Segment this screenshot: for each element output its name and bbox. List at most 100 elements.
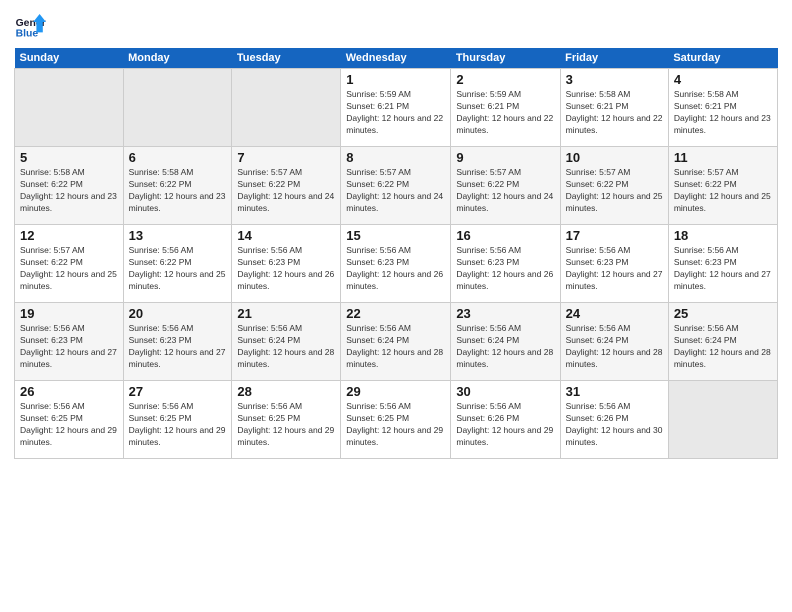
calendar-cell: 4Sunrise: 5:58 AMSunset: 6:21 PMDaylight… bbox=[668, 69, 777, 147]
cell-day-number: 21 bbox=[237, 306, 335, 321]
cell-day-number: 29 bbox=[346, 384, 445, 399]
calendar-cell: 10 Sunrise: 5:57 AMSunset: 6:22 PMDayligh… bbox=[560, 147, 668, 225]
weekday-header: Saturday bbox=[668, 48, 777, 69]
cell-info: Sunrise: 5:57 AMSunset: 6:22 PMDaylight:… bbox=[456, 167, 554, 215]
calendar-cell: 26 Sunrise: 5:56 AMSunset: 6:25 PMDayligh… bbox=[15, 381, 124, 459]
cell-day-number: 25 bbox=[674, 306, 772, 321]
weekday-header: Tuesday bbox=[232, 48, 341, 69]
calendar-cell bbox=[15, 69, 124, 147]
cell-info: Sunrise: 5:56 AMSunset: 6:22 PMDaylight:… bbox=[129, 245, 227, 293]
calendar-cell: 1 Sunrise: 5:59 AMSunset: 6:21 PMDaylight… bbox=[341, 69, 451, 147]
cell-day-number: 10 bbox=[566, 150, 663, 165]
cell-day-number: 7 bbox=[237, 150, 335, 165]
cell-day-number: 9 bbox=[456, 150, 554, 165]
cell-info: Sunrise: 5:56 AMSunset: 6:24 PMDaylight:… bbox=[237, 323, 335, 371]
cell-day-number: 20 bbox=[129, 306, 227, 321]
calendar-cell: 3Sunrise: 5:58 AMSunset: 6:21 PMDaylight… bbox=[560, 69, 668, 147]
cell-info: Sunrise: 5:58 AMSunset: 6:22 PMDaylight:… bbox=[20, 167, 118, 215]
header: General Blue bbox=[14, 10, 778, 42]
calendar-cell: 21 Sunrise: 5:56 AMSunset: 6:24 PMDayligh… bbox=[232, 303, 341, 381]
cell-day-number: 19 bbox=[20, 306, 118, 321]
cell-day-number: 1 bbox=[346, 72, 445, 87]
cell-day-number: 26 bbox=[20, 384, 118, 399]
cell-info: Sunrise: 5:56 AMSunset: 6:23 PMDaylight:… bbox=[674, 245, 772, 293]
calendar-cell: 13 Sunrise: 5:56 AMSunset: 6:22 PMDayligh… bbox=[123, 225, 232, 303]
cell-day-number: 2 bbox=[456, 72, 554, 87]
calendar-cell: 2 Sunrise: 5:59 AMSunset: 6:21 PMDaylight… bbox=[451, 69, 560, 147]
cell-info: Sunrise: 5:57 AMSunset: 6:22 PMDaylight:… bbox=[237, 167, 335, 215]
cell-day-number: 30 bbox=[456, 384, 554, 399]
cell-day-number: 28 bbox=[237, 384, 335, 399]
calendar-cell: 14 Sunrise: 5:56 AMSunset: 6:23 PMDayligh… bbox=[232, 225, 341, 303]
calendar-cell: 30 Sunrise: 5:56 AMSunset: 6:26 PMDayligh… bbox=[451, 381, 560, 459]
calendar-cell: 28 Sunrise: 5:56 AMSunset: 6:25 PMDayligh… bbox=[232, 381, 341, 459]
cell-info: Sunrise: 5:56 AMSunset: 6:24 PMDaylight:… bbox=[456, 323, 554, 371]
cell-info: Sunrise: 5:56 AMSunset: 6:24 PMDaylight:… bbox=[346, 323, 445, 371]
cell-day-number: 18 bbox=[674, 228, 772, 243]
cell-day-number: 27 bbox=[129, 384, 227, 399]
cell-info: Sunrise: 5:56 AMSunset: 6:25 PMDaylight:… bbox=[346, 401, 445, 449]
calendar-table: SundayMondayTuesdayWednesdayThursdayFrid… bbox=[14, 48, 778, 459]
calendar-cell: 22 Sunrise: 5:56 AMSunset: 6:24 PMDayligh… bbox=[341, 303, 451, 381]
calendar-cell: 27 Sunrise: 5:56 AMSunset: 6:25 PMDayligh… bbox=[123, 381, 232, 459]
cell-info: Sunrise: 5:56 AMSunset: 6:26 PMDaylight:… bbox=[566, 401, 663, 449]
calendar-week-row: 19 Sunrise: 5:56 AMSunset: 6:23 PMDayligh… bbox=[15, 303, 778, 381]
calendar-week-row: 1 Sunrise: 5:59 AMSunset: 6:21 PMDaylight… bbox=[15, 69, 778, 147]
cell-day-number: 22 bbox=[346, 306, 445, 321]
cell-day-number: 8 bbox=[346, 150, 445, 165]
calendar-week-row: 26 Sunrise: 5:56 AMSunset: 6:25 PMDayligh… bbox=[15, 381, 778, 459]
cell-day-number: 31 bbox=[566, 384, 663, 399]
logo-icon: General Blue bbox=[14, 10, 46, 42]
calendar-cell: 16Sunrise: 5:56 AMSunset: 6:23 PMDayligh… bbox=[451, 225, 560, 303]
calendar-cell: 9 Sunrise: 5:57 AMSunset: 6:22 PMDaylight… bbox=[451, 147, 560, 225]
weekday-header: Friday bbox=[560, 48, 668, 69]
calendar-cell: 31 Sunrise: 5:56 AMSunset: 6:26 PMDayligh… bbox=[560, 381, 668, 459]
calendar-body: 1 Sunrise: 5:59 AMSunset: 6:21 PMDaylight… bbox=[15, 69, 778, 459]
cell-info: Sunrise: 5:56 AMSunset: 6:23 PMDaylight:… bbox=[20, 323, 118, 371]
cell-day-number: 11 bbox=[674, 150, 772, 165]
cell-info: Sunrise: 5:59 AMSunset: 6:21 PMDaylight:… bbox=[456, 89, 554, 137]
cell-day-number: 13 bbox=[129, 228, 227, 243]
cell-info: Sunrise: 5:56 AMSunset: 6:23 PMDaylight:… bbox=[237, 245, 335, 293]
calendar-cell: 11Sunrise: 5:57 AMSunset: 6:22 PMDayligh… bbox=[668, 147, 777, 225]
cell-info: Sunrise: 5:56 AMSunset: 6:25 PMDaylight:… bbox=[20, 401, 118, 449]
calendar-cell: 17Sunrise: 5:56 AMSunset: 6:23 PMDayligh… bbox=[560, 225, 668, 303]
cell-day-number: 5 bbox=[20, 150, 118, 165]
logo: General Blue bbox=[14, 10, 46, 42]
calendar-cell: 5 Sunrise: 5:58 AMSunset: 6:22 PMDaylight… bbox=[15, 147, 124, 225]
calendar-cell bbox=[123, 69, 232, 147]
calendar-cell: 12 Sunrise: 5:57 AMSunset: 6:22 PMDayligh… bbox=[15, 225, 124, 303]
svg-text:Blue: Blue bbox=[16, 28, 39, 39]
cell-info: Sunrise: 5:56 AMSunset: 6:25 PMDaylight:… bbox=[129, 401, 227, 449]
cell-info: Sunrise: 5:56 AMSunset: 6:25 PMDaylight:… bbox=[237, 401, 335, 449]
cell-info: Sunrise: 5:59 AMSunset: 6:21 PMDaylight:… bbox=[346, 89, 445, 137]
cell-day-number: 3 bbox=[566, 72, 663, 87]
cell-info: Sunrise: 5:58 AMSunset: 6:22 PMDaylight:… bbox=[129, 167, 227, 215]
cell-day-number: 14 bbox=[237, 228, 335, 243]
calendar-cell: 7 Sunrise: 5:57 AMSunset: 6:22 PMDaylight… bbox=[232, 147, 341, 225]
weekday-header: Wednesday bbox=[341, 48, 451, 69]
calendar-cell: 18 Sunrise: 5:56 AMSunset: 6:23 PMDayligh… bbox=[668, 225, 777, 303]
cell-day-number: 24 bbox=[566, 306, 663, 321]
cell-info: Sunrise: 5:56 AMSunset: 6:24 PMDaylight:… bbox=[674, 323, 772, 371]
cell-info: Sunrise: 5:56 AMSunset: 6:23 PMDaylight:… bbox=[566, 245, 663, 293]
cell-info: Sunrise: 5:56 AMSunset: 6:23 PMDaylight:… bbox=[456, 245, 554, 293]
calendar-cell: 20Sunrise: 5:56 AMSunset: 6:23 PMDayligh… bbox=[123, 303, 232, 381]
cell-day-number: 4 bbox=[674, 72, 772, 87]
calendar-cell: 29 Sunrise: 5:56 AMSunset: 6:25 PMDayligh… bbox=[341, 381, 451, 459]
weekday-header: Monday bbox=[123, 48, 232, 69]
calendar-cell: 8 Sunrise: 5:57 AMSunset: 6:22 PMDaylight… bbox=[341, 147, 451, 225]
cell-day-number: 15 bbox=[346, 228, 445, 243]
calendar-cell: 23Sunrise: 5:56 AMSunset: 6:24 PMDayligh… bbox=[451, 303, 560, 381]
weekday-header: Sunday bbox=[15, 48, 124, 69]
page: General Blue SundayMondayTuesdayWednesda… bbox=[0, 0, 792, 612]
cell-info: Sunrise: 5:57 AMSunset: 6:22 PMDaylight:… bbox=[346, 167, 445, 215]
cell-info: Sunrise: 5:57 AMSunset: 6:22 PMDaylight:… bbox=[20, 245, 118, 293]
cell-info: Sunrise: 5:56 AMSunset: 6:23 PMDaylight:… bbox=[346, 245, 445, 293]
cell-info: Sunrise: 5:57 AMSunset: 6:22 PMDaylight:… bbox=[566, 167, 663, 215]
cell-info: Sunrise: 5:56 AMSunset: 6:26 PMDaylight:… bbox=[456, 401, 554, 449]
calendar-cell: 25 Sunrise: 5:56 AMSunset: 6:24 PMDayligh… bbox=[668, 303, 777, 381]
calendar-cell: 19 Sunrise: 5:56 AMSunset: 6:23 PMDayligh… bbox=[15, 303, 124, 381]
cell-day-number: 12 bbox=[20, 228, 118, 243]
cell-info: Sunrise: 5:56 AMSunset: 6:24 PMDaylight:… bbox=[566, 323, 663, 371]
